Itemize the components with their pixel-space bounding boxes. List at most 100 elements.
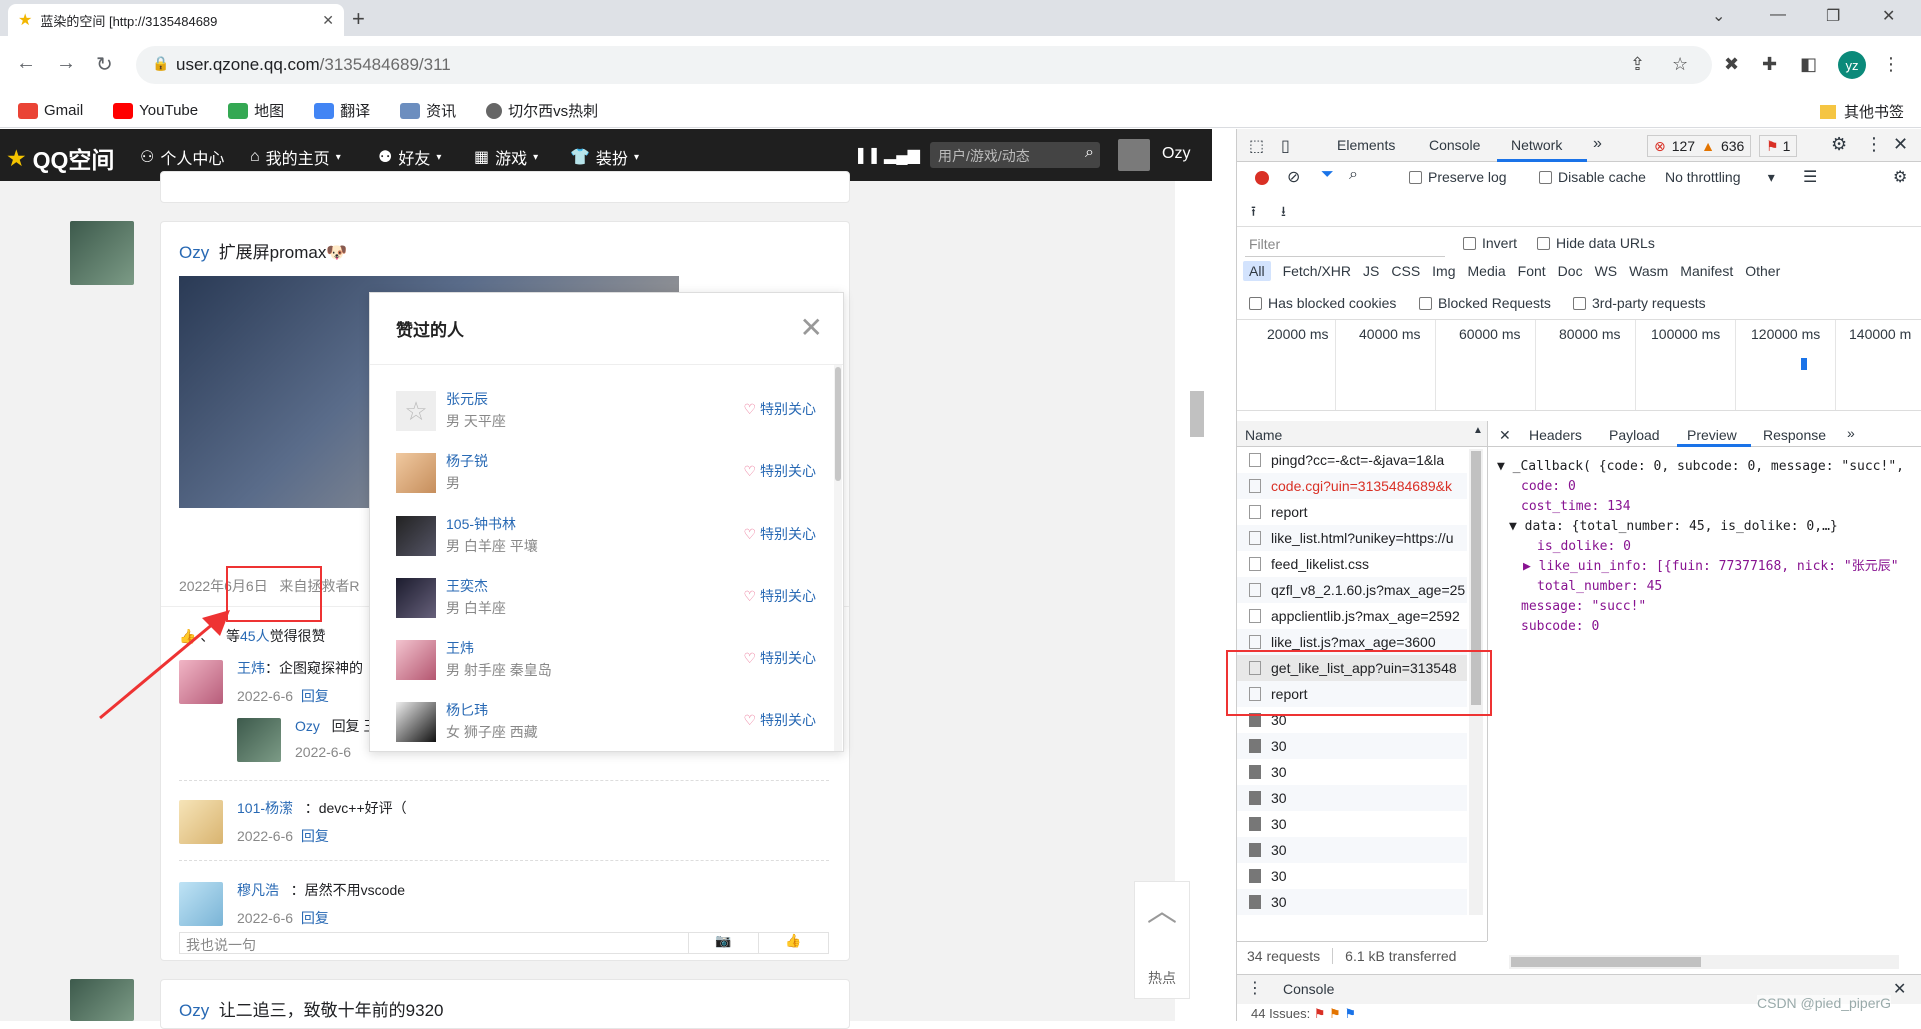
liker-avatar[interactable] <box>396 578 436 618</box>
third-party-checkbox[interactable]: 3rd-party requests <box>1573 295 1706 311</box>
page-scrollbar-thumb[interactable] <box>1190 391 1204 437</box>
close-detail-icon[interactable]: ✕ <box>1499 427 1511 444</box>
export-har-icon[interactable]: ⭳ <box>1281 201 1286 225</box>
bookmark-youtube[interactable]: YouTube <box>113 102 198 119</box>
tab-network[interactable]: Network <box>1511 137 1562 153</box>
bookmark-gmail[interactable]: Gmail <box>18 102 83 119</box>
address-bar[interactable]: 🔒 user.qzone.qq.com/3135484689/311 <box>136 46 1712 84</box>
search-icon[interactable]: ⌕ <box>1085 144 1094 162</box>
minimize-icon[interactable]: — <box>1770 6 1786 24</box>
close-drawer-icon[interactable]: ✕ <box>1893 979 1906 999</box>
back-icon[interactable]: ← <box>16 52 36 75</box>
post-author-avatar[interactable] <box>70 221 134 285</box>
extensions-puzzle-icon[interactable]: ✚ <box>1762 54 1777 75</box>
comment-author[interactable]: Ozy <box>295 718 320 734</box>
type-img[interactable]: Img <box>1432 263 1455 279</box>
reload-icon[interactable]: ↻ <box>96 52 113 77</box>
bookmark-chelsea[interactable]: 切尔西vs热刺 <box>486 100 598 121</box>
bookmark-news[interactable]: 资讯 <box>400 100 456 121</box>
inspect-element-icon[interactable]: ⬚ <box>1249 136 1264 156</box>
liker-name[interactable]: 王炜 <box>446 638 474 658</box>
nav-friends[interactable]: ⚉ 好友 ▾ <box>378 145 441 169</box>
import-har-icon[interactable]: ⭱ <box>1251 201 1256 225</box>
side-panel-icon[interactable]: ◧ <box>1800 54 1817 75</box>
follow-button[interactable]: ♡ 特别关心 <box>743 586 816 606</box>
follow-button[interactable]: ♡ 特别关心 <box>743 710 816 730</box>
detail-tab-response[interactable]: Response <box>1763 427 1826 443</box>
clear-icon[interactable]: ⊘ <box>1287 167 1300 187</box>
nav-games[interactable]: ▦ 游戏 ▾ <box>474 145 538 169</box>
type-css[interactable]: CSS <box>1391 263 1420 279</box>
type-wasm[interactable]: Wasm <box>1629 263 1668 279</box>
throttling-select[interactable]: No throttling ▾ <box>1665 169 1775 186</box>
post-author-avatar[interactable] <box>70 979 134 1021</box>
follow-button[interactable]: ♡ 特别关心 <box>743 648 816 668</box>
post-author-name[interactable]: Ozy <box>179 1001 209 1020</box>
default-avatar-icon[interactable]: ☆ <box>396 391 436 431</box>
liker-avatar[interactable] <box>396 516 436 556</box>
record-icon[interactable] <box>1255 171 1269 185</box>
filter-input[interactable]: Filter <box>1245 233 1445 257</box>
nav-decoration[interactable]: 👕 装扮 ▾ <box>570 145 639 169</box>
request-row[interactable]: 30 <box>1237 889 1467 915</box>
request-row[interactable]: like_list.html?unikey=https://u <box>1237 525 1467 551</box>
timeline-overview[interactable]: 20000 ms 40000 ms 60000 ms 80000 ms 1000… <box>1237 319 1921 411</box>
request-row[interactable]: feed_likelist.css <box>1237 551 1467 577</box>
follow-button[interactable]: ♡ 特别关心 <box>743 524 816 544</box>
bookmark-translate[interactable]: 翻译 <box>314 100 370 121</box>
popup-scrollbar-thumb[interactable] <box>835 367 841 481</box>
chevron-up-icon[interactable]: ︿ <box>1135 886 1189 930</box>
back-to-top-widget[interactable]: ︿ 热点 <box>1134 881 1190 999</box>
liker-avatar[interactable] <box>396 640 436 680</box>
reply-link[interactable]: 回复 <box>301 688 329 704</box>
profile-avatar[interactable]: yz <box>1838 51 1866 79</box>
devtools-menu-icon[interactable]: ⋮ <box>1865 134 1883 155</box>
liker-name[interactable]: 105-钟书林 <box>446 514 516 534</box>
liker-name[interactable]: 杨匕玮 <box>446 700 488 720</box>
more-tabs-icon[interactable]: » <box>1593 135 1602 153</box>
network-settings-icon[interactable]: ⚙ <box>1893 167 1907 187</box>
close-devtools-icon[interactable]: ✕ <box>1893 134 1908 155</box>
request-row[interactable]: 30 <box>1237 733 1467 759</box>
drawer-tab-console[interactable]: Console <box>1283 981 1334 997</box>
type-manifest[interactable]: Manifest <box>1680 263 1733 279</box>
invert-checkbox[interactable]: Invert <box>1463 235 1517 251</box>
issues-counter[interactable]: ⚑ 1 <box>1759 135 1798 157</box>
issues-line[interactable]: 44 Issues: ⚑ ⚑ ⚑ <box>1251 1006 1356 1022</box>
likes-count-link[interactable]: 45人 <box>240 628 270 644</box>
type-js[interactable]: JS <box>1363 263 1379 279</box>
comment-author[interactable]: 王炜 <box>237 660 265 676</box>
comment-author[interactable]: 101-杨潆 <box>237 800 293 816</box>
type-all[interactable]: All <box>1243 261 1271 281</box>
signal-bars-icon[interactable]: ▂▄▆ <box>884 145 920 165</box>
type-media[interactable]: Media <box>1468 263 1506 279</box>
comment-avatar[interactable] <box>237 718 281 762</box>
search-icon[interactable]: ⌕ <box>1349 166 1358 184</box>
menu-kebab-icon[interactable]: ⋮ <box>1882 54 1900 75</box>
window-close-icon[interactable]: ✕ <box>1882 6 1895 26</box>
forward-icon[interactable]: → <box>56 52 76 75</box>
hot-label[interactable]: 热点 <box>1135 968 1189 988</box>
new-tab-button[interactable]: + <box>352 6 365 32</box>
request-row[interactable]: qzfl_v8_2.1.60.js?max_age=25 <box>1237 577 1467 603</box>
pause-music-icon[interactable]: ❚❚ <box>854 145 881 165</box>
liker-avatar[interactable] <box>396 702 436 742</box>
reply-link[interactable]: 回复 <box>301 828 329 844</box>
json-line[interactable]: ▶ like_uin_info: [{fuin: 77377168, nick:… <box>1497 557 1904 577</box>
liker-name[interactable]: 张元辰 <box>446 389 488 409</box>
qzone-user-avatar[interactable] <box>1118 139 1150 171</box>
drawer-menu-icon[interactable]: ⋮ <box>1247 978 1263 998</box>
json-line[interactable]: ▼ data: {total_number: 45, is_dolike: 0,… <box>1497 517 1904 537</box>
request-row[interactable]: 30 <box>1237 759 1467 785</box>
request-row[interactable]: appclientlib.js?max_age=2592 <box>1237 603 1467 629</box>
sort-up-icon[interactable]: ▲ <box>1473 425 1483 436</box>
type-fetch-xhr[interactable]: Fetch/XHR <box>1283 263 1351 279</box>
request-row[interactable]: code.cgi?uin=3135484689&k <box>1237 473 1467 499</box>
liker-name[interactable]: 杨子锐 <box>446 451 488 471</box>
request-row[interactable]: pingd?cc=-&ct=-&java=1&la <box>1237 447 1467 473</box>
follow-button[interactable]: ♡ 特别关心 <box>743 461 816 481</box>
comment-author[interactable]: 穆凡浩 <box>237 882 279 898</box>
blocked-requests-checkbox[interactable]: Blocked Requests <box>1419 295 1551 311</box>
comment-input[interactable]: 我也说一句 <box>180 933 688 953</box>
post-author-name[interactable]: Ozy <box>179 243 209 262</box>
